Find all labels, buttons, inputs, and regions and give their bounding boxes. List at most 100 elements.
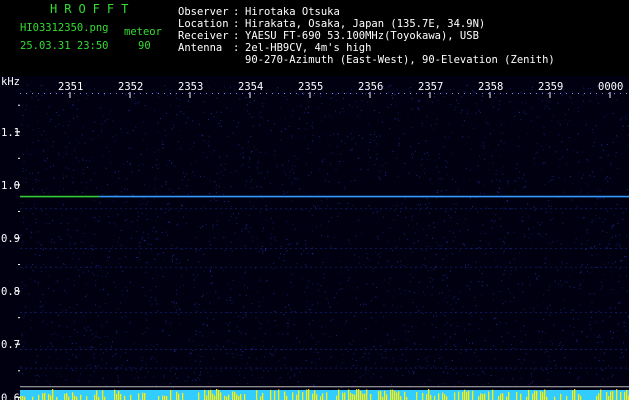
noise-dot (538, 233, 540, 234)
noise-dot (499, 180, 501, 182)
noise-dot (400, 211, 402, 213)
x-minor-tick (194, 93, 195, 94)
x-minor-tick (380, 93, 381, 94)
noise-dot (589, 100, 591, 102)
noise-dot (465, 218, 466, 220)
noise-dot (523, 233, 525, 235)
noise-dot (99, 220, 100, 222)
noise-dot (243, 156, 245, 158)
noise-dot (477, 211, 479, 213)
noise-dot (271, 236, 273, 238)
bottom-spike (354, 394, 356, 400)
noise-dot (146, 219, 148, 221)
noise-dot (34, 253, 36, 255)
noise-dot (274, 236, 276, 238)
noise-dot (120, 230, 122, 231)
noise-dot (126, 218, 128, 220)
noise-dot (152, 166, 153, 168)
noise-dot (559, 286, 561, 288)
noise-dot (83, 316, 84, 317)
noise-dot (165, 112, 167, 114)
noise-dot (611, 271, 613, 273)
noise-dot (501, 335, 503, 337)
bottom-spike (438, 393, 440, 400)
noise-dot (311, 304, 313, 306)
noise-dot (422, 228, 424, 230)
noise-dot (237, 121, 239, 123)
noise-dot (581, 331, 583, 333)
noise-dot (57, 257, 59, 258)
noise-dot (105, 342, 106, 344)
noise-dot (522, 284, 524, 286)
noise-dot (283, 193, 285, 195)
noise-dot (185, 122, 187, 124)
noise-dot (305, 360, 307, 361)
noise-dot (308, 280, 310, 282)
noise-dot (52, 220, 54, 222)
bottom-spike (352, 394, 354, 400)
noise-dot (168, 334, 170, 336)
noise-dot (455, 106, 457, 108)
noise-dot (319, 141, 321, 143)
noise-dot (20, 366, 22, 368)
noise-dot (481, 100, 483, 102)
noise-dot (101, 123, 103, 125)
noise-dot (235, 170, 237, 172)
noise-dot (594, 220, 596, 222)
x-minor-tick (512, 93, 513, 94)
noise-dot (627, 189, 628, 190)
noise-dot (248, 161, 250, 163)
noise-dot (187, 193, 189, 195)
noise-dot (388, 342, 390, 344)
noise-dot (195, 303, 197, 304)
noise-dot (611, 236, 613, 238)
noise-dot (248, 231, 250, 233)
noise-dot (127, 161, 128, 163)
noise-dot (277, 87, 279, 88)
noise-dot (181, 275, 183, 277)
noise-dot (226, 352, 228, 354)
noise-dot (171, 162, 173, 164)
noise-dot (347, 380, 349, 382)
noise-dot (21, 281, 23, 283)
noise-dot (612, 263, 614, 265)
noise-dot (481, 273, 483, 275)
noise-dot (39, 375, 41, 377)
noise-dot (522, 226, 524, 228)
noise-dot (542, 331, 544, 332)
noise-dot (85, 283, 87, 285)
noise-dot (411, 127, 413, 128)
noise-dot (317, 193, 319, 195)
x-minor-tick (602, 93, 603, 94)
x-minor-tick (572, 93, 573, 94)
noise-dot (267, 171, 269, 173)
noise-dot (179, 323, 181, 325)
noise-dot (438, 384, 439, 386)
noise-dot (286, 192, 287, 194)
noise-dot (604, 218, 606, 220)
noise-dot (115, 330, 117, 332)
noise-dot (441, 245, 442, 247)
noise-dot (375, 320, 377, 322)
noise-dot (504, 237, 506, 239)
noise-dot (564, 92, 566, 94)
noise-dot (94, 172, 96, 174)
noise-dot (450, 304, 452, 306)
noise-dot (599, 243, 601, 245)
noise-dot (365, 328, 367, 330)
noise-dot (447, 372, 449, 374)
noise-dot (612, 374, 614, 376)
noise-dot (246, 228, 248, 230)
noise-dot (46, 113, 48, 115)
noise-dot (337, 303, 339, 305)
noise-dot (405, 206, 407, 208)
noise-dot (444, 315, 446, 317)
noise-dot (376, 287, 378, 289)
noise-dot (212, 224, 214, 226)
noise-dot (322, 161, 324, 163)
noise-dot (274, 154, 276, 156)
noise-dot (56, 281, 58, 283)
noise-dot (126, 189, 128, 190)
noise-dot (180, 148, 182, 150)
noise-dot (219, 125, 220, 127)
